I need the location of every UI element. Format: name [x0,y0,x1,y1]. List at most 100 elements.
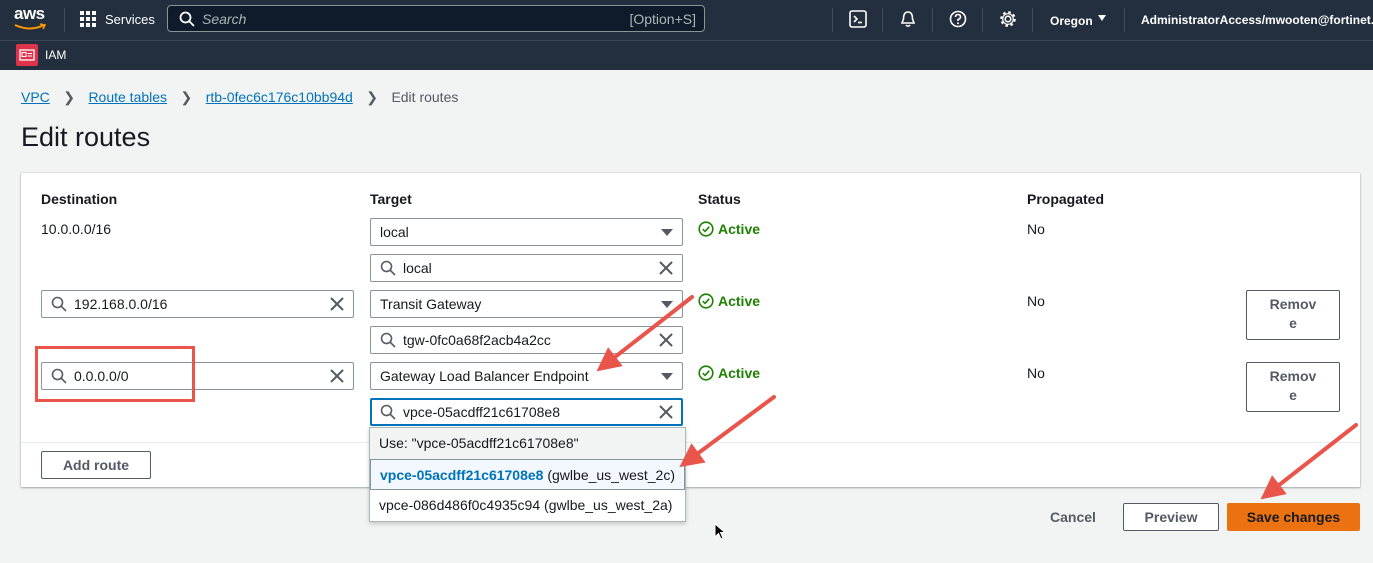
caret-down-icon [661,301,673,308]
target-value: vpce-05acdff21c61708e8 [403,404,560,420]
remove-label-line1: Remov [1269,296,1317,312]
destination-value: 192.168.0.0/16 [74,296,168,312]
target-type-value: Transit Gateway [380,296,482,312]
search-icon [380,332,396,348]
service-shortcuts-bar: IAM [0,40,1373,70]
nav-separator [1124,8,1125,32]
region-label: Oregon [1050,14,1093,28]
dropdown-use-option[interactable]: Use: "vpce-05acdff21c61708e8" [370,428,685,459]
nav-separator [932,8,933,32]
remove-route-button[interactable]: Remov e [1246,362,1340,412]
target-type-select[interactable]: Gateway Load Balancer Endpoint [370,362,683,390]
target-type-value: Gateway Load Balancer Endpoint [380,368,589,384]
search-shortcut-hint: [Option+S] [629,11,696,27]
caret-down-icon [661,229,673,236]
option-endpoint-id: vpce-086d486f0c4935c94 [379,497,541,513]
column-header-destination: Destination [41,191,118,207]
aws-smile-icon [14,23,46,30]
page-title: Edit routes [21,122,151,152]
help-icon[interactable] [949,10,967,28]
aws-logo-text: aws [14,4,45,23]
breadcrumb: VPC ❯ Route tables ❯ rtb-0fec6c176c10bb9… [21,89,458,107]
target-search-input[interactable]: local [370,254,683,282]
global-search-input[interactable]: Search [Option+S] [167,5,705,32]
cancel-button[interactable]: Cancel [1050,509,1096,525]
clear-icon[interactable] [329,296,345,312]
cloudshell-icon[interactable] [849,10,867,28]
option-endpoint-id: vpce-05acdff21c61708e8 [380,467,544,483]
target-search-input[interactable]: tgw-0fc0a68f2acb4a2cc [370,326,683,354]
dropdown-option-gwlbe-us-west-2a[interactable]: vpce-086d486f0c4935c94 (gwlbe_us_west_2a… [370,490,685,521]
remove-label-line1: Remov [1269,368,1317,384]
option-endpoint-name: (gwlbe_us_west_2a) [544,497,673,513]
iam-service-icon[interactable] [16,44,38,66]
breadcrumb-current: Edit routes [391,89,459,105]
chevron-right-icon: ❯ [180,89,193,105]
region-selector[interactable]: Oregon [1050,12,1110,30]
propagated-value: No [1027,293,1045,309]
notifications-bell-icon[interactable] [899,10,917,28]
breadcrumb-route-table-id-link[interactable]: rtb-0fec6c176c10bb94d [206,89,353,105]
iam-shortcut-label[interactable]: IAM [45,48,66,62]
option-endpoint-name: (gwlbe_us_west_2c) [547,467,675,483]
clear-icon[interactable] [329,368,345,384]
column-header-status: Status [698,191,741,207]
account-menu[interactable]: AdministratorAccess/mwooten@fortinet.c [1141,13,1373,27]
search-placeholder: Search [202,11,247,27]
check-circle-icon [698,365,714,381]
caret-down-icon [1098,15,1106,21]
breadcrumb-route-tables-link[interactable]: Route tables [88,89,167,105]
aws-logo[interactable]: aws [14,4,46,30]
caret-down-icon [661,373,673,380]
clear-icon[interactable] [658,404,674,420]
clear-icon[interactable] [658,260,674,276]
add-route-button[interactable]: Add route [41,451,151,479]
target-type-select[interactable]: Transit Gateway [370,290,683,318]
top-navigation-bar: aws Services Search [Option+S] Oregon Ad… [0,0,1373,40]
nav-separator [982,8,983,32]
column-header-propagated: Propagated [1027,191,1105,207]
status-label: Active [718,221,761,237]
services-menu-button[interactable]: Services [80,11,160,31]
id-card-icon [19,49,35,61]
panel-divider [21,442,1360,443]
remove-route-button[interactable]: Remov e [1246,290,1340,340]
destination-input[interactable]: 192.168.0.0/16 [41,290,354,318]
services-label: Services [105,12,155,27]
column-header-target: Target [370,191,412,207]
propagated-value: No [1027,365,1045,381]
clear-icon[interactable] [658,332,674,348]
nav-separator [832,8,833,32]
save-changes-button[interactable]: Save changes [1227,503,1360,531]
annotation-highlight-box [35,346,195,402]
nav-separator [1032,8,1033,32]
chevron-right-icon: ❯ [366,89,378,105]
status-label: Active [718,365,761,381]
target-value: local [403,260,432,276]
search-icon [380,404,396,420]
remove-label-line2: e [1289,387,1297,403]
propagated-value: No [1027,221,1045,237]
chevron-right-icon: ❯ [63,89,75,105]
mouse-cursor-icon [714,523,726,540]
preview-button[interactable]: Preview [1123,503,1219,531]
check-circle-icon [698,293,714,309]
check-circle-icon [698,221,714,237]
target-options-dropdown: Use: "vpce-05acdff21c61708e8" vpce-05acd… [369,427,686,522]
routes-panel [21,173,1360,487]
search-icon [51,296,67,312]
search-icon [380,260,396,276]
target-type-value: local [380,224,409,240]
search-icon [179,11,195,27]
target-type-select[interactable]: local [370,218,683,246]
dropdown-option-gwlbe-us-west-2c[interactable]: vpce-05acdff21c61708e8 (gwlbe_us_west_2c… [370,459,685,490]
nav-separator [64,8,65,32]
target-value: tgw-0fc0a68f2acb4a2cc [403,332,551,348]
status-label: Active [718,293,761,309]
nav-separator [882,8,883,32]
remove-label-line2: e [1289,315,1297,331]
target-search-input[interactable]: vpce-05acdff21c61708e8 [370,398,683,426]
breadcrumb-vpc-link[interactable]: VPC [21,89,50,105]
route-destination-text: 10.0.0.0/16 [41,221,112,237]
settings-gear-icon[interactable] [999,10,1017,28]
